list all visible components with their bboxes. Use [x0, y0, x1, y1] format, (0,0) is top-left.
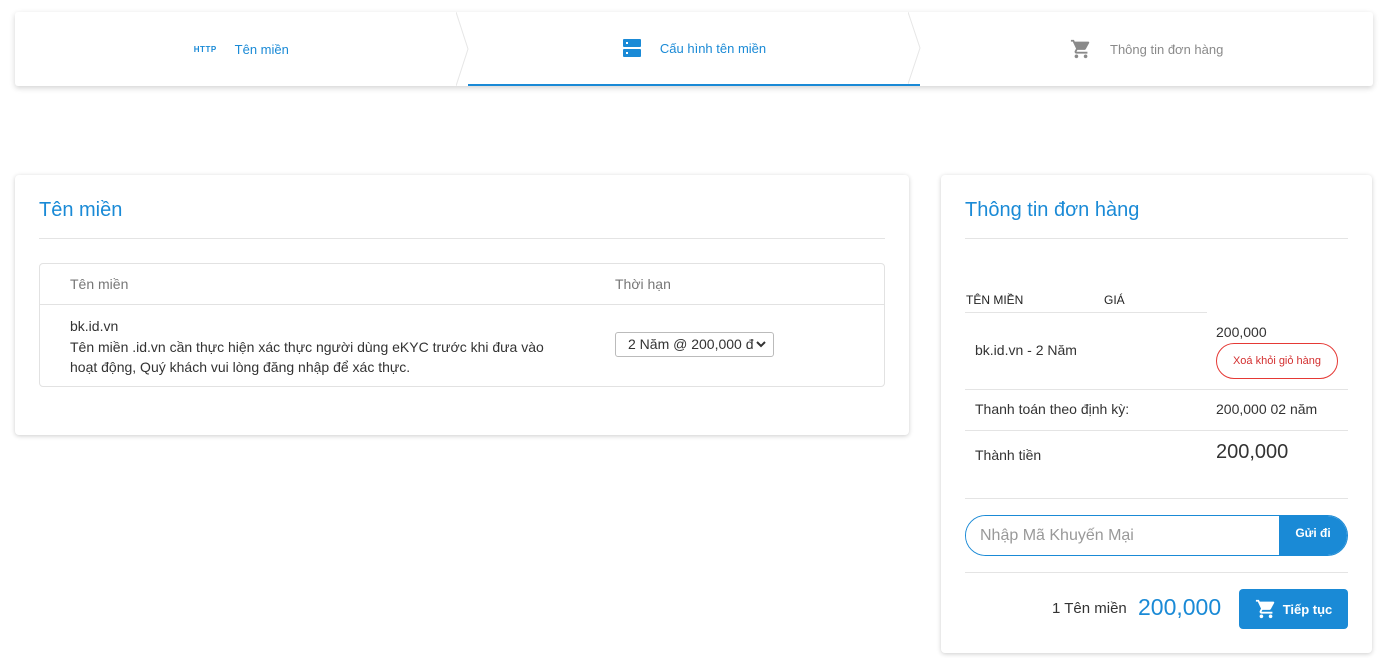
footer-total: 200,000: [1138, 594, 1222, 620]
ekyc-note: Tên miền .id.vn cần thực hiện xác thực n…: [70, 339, 544, 375]
domain-card: Tên miền Tên miền Thời hạn bk.id.vn Tên …: [15, 175, 909, 435]
total-value: 200,000: [1216, 441, 1289, 463]
checkout-steps: HTTP Tên miền Cấu hình tên miền Thông ti…: [15, 12, 1373, 86]
col-domain-header: Tên miền: [70, 276, 129, 292]
order-head-price: GIÁ: [1104, 293, 1125, 307]
step-separator: [908, 12, 921, 84]
step-separator: [455, 12, 469, 86]
order-item-name: bk.id.vn - 2 Năm: [975, 342, 1077, 358]
recurring-label: Thanh toán theo định kỳ:: [975, 401, 1130, 417]
col-term-header: Thời hạn: [615, 276, 671, 292]
domain-table: Tên miền Thời hạn bk.id.vn Tên miền .id.…: [39, 263, 885, 387]
order-head-domain: TÊN MIỀN: [966, 293, 1024, 307]
step-order-info[interactable]: Thông tin đơn hàng: [920, 12, 1373, 86]
divider: [965, 498, 1348, 499]
order-card-title: Thông tin đơn hàng: [965, 199, 1140, 221]
domain-name: bk.id.vn: [70, 318, 119, 334]
divider: [965, 572, 1348, 573]
order-card: Thông tin đơn hàng TÊN MIỀN GIÁ bk.id.vn…: [941, 175, 1372, 653]
step-domain-label: Tên miền: [234, 41, 289, 57]
footer-domain-count: 1 Tên miền: [1052, 600, 1127, 617]
step-config-label: Cấu hình tên miền: [659, 40, 767, 56]
cart-icon: [1255, 599, 1274, 619]
continue-label: Tiếp tục: [1282, 601, 1333, 617]
divider: [965, 238, 1348, 239]
cart-icon: [1070, 38, 1092, 60]
promo-submit-button[interactable]: Gửi đi: [1279, 516, 1347, 555]
divider: [965, 389, 1348, 390]
step-order-info-label: Thông tin đơn hàng: [1110, 41, 1224, 57]
continue-button[interactable]: Tiếp tục: [1239, 589, 1348, 629]
recurring-value: 200,000 02 năm: [1216, 401, 1318, 417]
term-select-value: 2 Năm @ 200,000 đ: [628, 336, 754, 352]
server-icon: [622, 38, 642, 58]
step-domain[interactable]: HTTP Tên miền: [15, 12, 469, 86]
divider: [39, 238, 885, 239]
term-select[interactable]: 2 Năm @ 200,000 đ: [615, 332, 774, 357]
remove-from-cart-button[interactable]: Xoá khỏi giỏ hàng: [1216, 343, 1338, 379]
divider: [965, 430, 1348, 431]
total-label: Thành tiền: [975, 447, 1042, 463]
step-config[interactable]: Cấu hình tên miền: [467, 12, 921, 86]
promo-code-input[interactable]: [966, 516, 1279, 555]
order-item-price: 200,000: [1216, 324, 1267, 340]
chevron-down-icon: [756, 341, 766, 348]
http-icon: HTTP: [193, 44, 217, 54]
table-header: Tên miền Thời hạn: [40, 264, 884, 305]
domain-card-title: Tên miền: [39, 199, 123, 221]
promo-code-group: Gửi đi: [965, 515, 1348, 556]
divider: [965, 312, 1207, 313]
